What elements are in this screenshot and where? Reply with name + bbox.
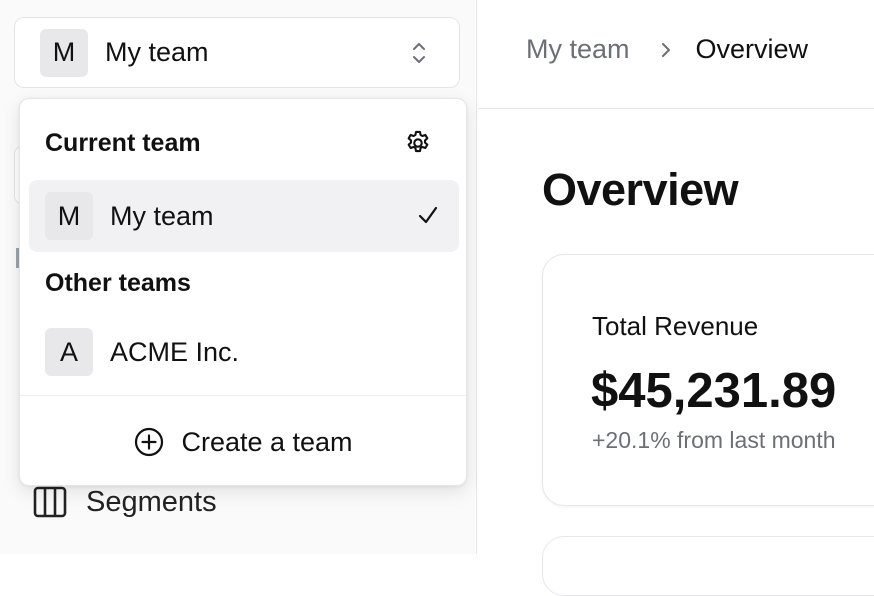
card-partial [542,536,874,596]
card-delta: +20.1% from last month [592,427,836,453]
chevron-right-icon [660,40,672,60]
main-content: My team Overview Overview Total Revenue … [478,0,874,596]
team-option-acme[interactable]: A ACME Inc. [29,316,459,388]
gear-icon[interactable] [404,129,432,157]
revenue-card: Total Revenue $45,231.89 +20.1% from las… [542,254,874,506]
team-switcher-button[interactable]: M My team [14,17,460,88]
team-option-label: ACME Inc. [110,336,240,367]
current-team-heading: Current team [45,129,201,157]
columns-icon [33,486,67,518]
breadcrumb-link-team[interactable]: My team [526,34,630,65]
sidebar-item-label: Segments [86,485,217,518]
other-teams-heading: Other teams [45,269,191,297]
sidebar: M My team Segments Current team M My tea… [0,0,477,554]
create-team-button[interactable]: Create a team [20,411,466,473]
page-title: Overview [542,164,739,215]
team-option-label: My team [110,200,214,231]
team-avatar: A [45,328,93,376]
card-value: $45,231.89 [591,364,837,418]
sidebar-item-segments[interactable]: Segments [32,480,217,524]
card-title: Total Revenue [592,311,759,341]
team-avatar: M [40,28,88,77]
team-switcher-label: My team [105,37,209,67]
chevrons-up-down-icon [413,43,425,63]
team-dropdown-menu: Current team M My team Other teams A ACM… [19,98,467,486]
check-icon [418,206,438,224]
create-team-label: Create a team [181,426,353,457]
breadcrumb: My team Overview [526,34,808,65]
team-avatar: M [45,192,93,240]
plus-circle-icon [135,427,164,457]
breadcrumb-current: Overview [695,34,809,64]
team-option-current[interactable]: M My team [29,180,459,252]
top-bar: My team Overview [478,0,874,109]
divider [20,395,466,396]
